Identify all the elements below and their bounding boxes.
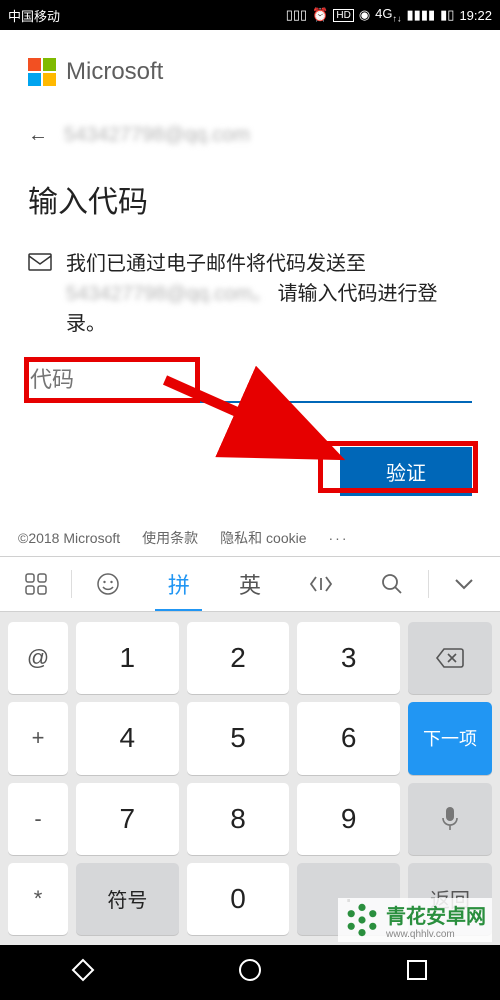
eye-icon: ◉ bbox=[359, 7, 370, 23]
alarm-icon: ⏰ bbox=[312, 7, 328, 23]
key-0[interactable]: 0 bbox=[187, 863, 290, 935]
key-at[interactable]: @ bbox=[8, 622, 68, 694]
microsoft-squares-icon bbox=[28, 58, 56, 86]
key-7[interactable]: 7 bbox=[76, 783, 179, 855]
watermark: 青花安卓网 www.qhhlv.com bbox=[338, 898, 492, 942]
ime-collapse-icon[interactable] bbox=[429, 557, 500, 611]
watermark-name: 青花安卓网 bbox=[386, 900, 486, 929]
signal-icon: ▮▮▮▮ bbox=[407, 7, 436, 23]
ime-search-icon[interactable] bbox=[357, 557, 428, 611]
key-mic[interactable] bbox=[408, 783, 492, 855]
carrier-label: 中国移动 bbox=[8, 6, 286, 25]
ime-english-tab[interactable]: 英 bbox=[214, 557, 285, 611]
watermark-logo-icon bbox=[344, 902, 380, 938]
key-symbols[interactable]: 符号 bbox=[76, 863, 179, 935]
account-email-masked: 543427798@qq.com bbox=[64, 124, 250, 147]
nav-home-icon[interactable] bbox=[237, 957, 263, 988]
status-bar: 中国移动 ▯▯▯ ⏰ HD ◉ 4G↑↓ ▮▮▮▮ ▮▯ 19:22 bbox=[0, 0, 500, 30]
key-3[interactable]: 3 bbox=[297, 622, 400, 694]
numeric-keypad: @ 1 2 3 + 4 5 6 下一项 - 7 8 9 * 符号 0 · 返回 bbox=[0, 612, 500, 945]
battery-icon: ▮▯ bbox=[440, 7, 454, 23]
code-input[interactable] bbox=[28, 361, 472, 403]
nav-recent-icon[interactable] bbox=[404, 957, 430, 988]
ime-code-icon[interactable] bbox=[286, 557, 357, 611]
key-asterisk[interactable]: * bbox=[8, 863, 68, 935]
ime-toolbar: 拼 英 bbox=[0, 556, 500, 612]
key-9[interactable]: 9 bbox=[297, 783, 400, 855]
ime-emoji-icon[interactable] bbox=[72, 557, 143, 611]
key-8[interactable]: 8 bbox=[187, 783, 290, 855]
back-arrow-icon[interactable]: ← bbox=[28, 124, 48, 147]
hd-icon: HD bbox=[333, 9, 353, 22]
microsoft-logo: Microsoft bbox=[28, 58, 472, 86]
key-minus[interactable]: - bbox=[8, 783, 68, 855]
ime-apps-icon[interactable] bbox=[0, 557, 71, 611]
key-next[interactable]: 下一项 bbox=[408, 702, 492, 774]
verify-button[interactable]: 验证 bbox=[340, 447, 472, 496]
key-1[interactable]: 1 bbox=[76, 622, 179, 694]
copyright-label: ©2018 Microsoft bbox=[18, 530, 120, 546]
android-nav-bar bbox=[0, 945, 500, 1000]
key-4[interactable]: 4 bbox=[76, 702, 179, 774]
terms-link[interactable]: 使用条款 bbox=[142, 528, 198, 548]
key-5[interactable]: 5 bbox=[187, 702, 290, 774]
privacy-link[interactable]: 隐私和 cookie bbox=[220, 528, 306, 548]
key-plus[interactable]: + bbox=[8, 702, 68, 774]
key-backspace[interactable] bbox=[408, 622, 492, 694]
microsoft-wordmark: Microsoft bbox=[66, 58, 163, 86]
nav-back-icon[interactable] bbox=[70, 957, 96, 988]
instruction-text: 我们已通过电子邮件将代码发送至 543427798@qq.com。 请输入代码进… bbox=[66, 249, 472, 339]
key-2[interactable]: 2 bbox=[187, 622, 290, 694]
clock-label: 19:22 bbox=[459, 8, 492, 23]
more-menu[interactable]: ··· bbox=[329, 530, 349, 546]
page-footer: ©2018 Microsoft 使用条款 隐私和 cookie ··· bbox=[0, 528, 500, 548]
mail-icon bbox=[28, 253, 52, 339]
watermark-url: www.qhhlv.com bbox=[386, 929, 486, 940]
network-icon: 4G↑↓ bbox=[375, 6, 401, 24]
page-title: 输入代码 bbox=[28, 177, 472, 221]
ime-pinyin-tab[interactable]: 拼 bbox=[143, 557, 214, 611]
vibrate-icon: ▯▯▯ bbox=[286, 7, 307, 23]
key-6[interactable]: 6 bbox=[297, 702, 400, 774]
